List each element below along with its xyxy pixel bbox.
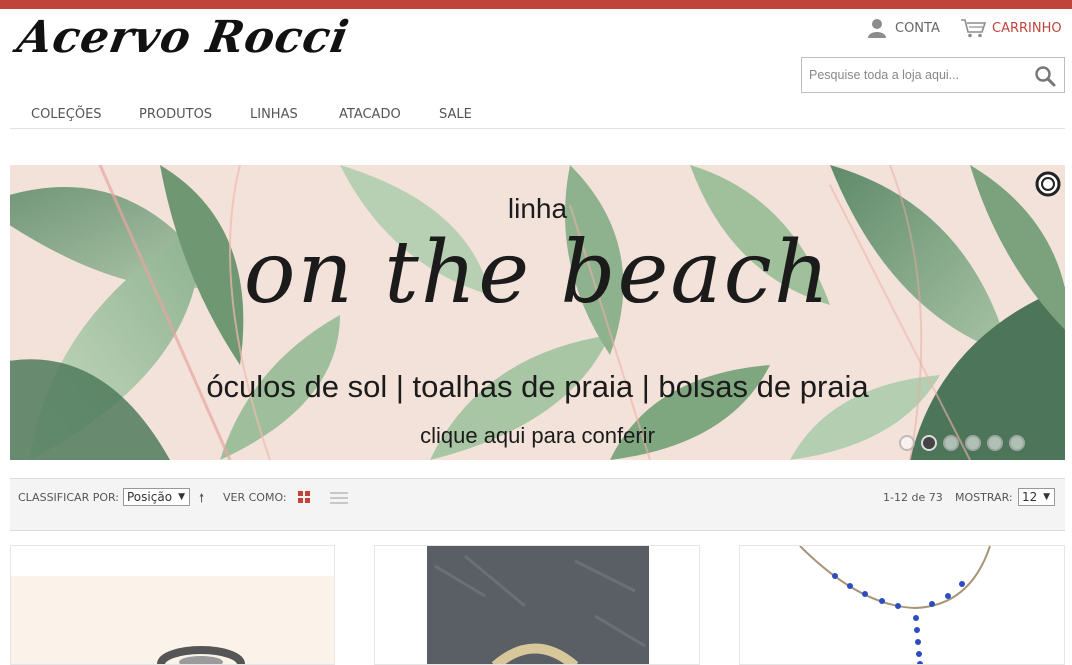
- site-logo[interactable]: Acervo Rocci: [14, 12, 354, 63]
- account-label: CONTA: [895, 20, 940, 36]
- banner-line-linha: linha: [507, 193, 568, 224]
- search-input[interactable]: [802, 58, 1030, 92]
- banner-title: on the beach: [243, 223, 832, 323]
- product-toolbar: CLASSIFICAR POR: Posição ▼ 🠕 VER COMO: 1…: [10, 478, 1065, 531]
- slider-dots: [899, 435, 1025, 451]
- results-range: 1-12 de 73: [883, 491, 943, 504]
- pause-icon[interactable]: [1035, 171, 1061, 197]
- slider-dot-1[interactable]: [899, 435, 915, 451]
- main-navigation: COLEÇÕES PRODUTOS LINHAS ATACADO SALE: [10, 100, 1065, 129]
- slider-dot-5[interactable]: [987, 435, 1003, 451]
- product-image-necklace: [799, 546, 991, 664]
- list-view-icon[interactable]: [330, 491, 348, 505]
- banner-categories: óculos de sol | toalhas de praia | bolsa…: [206, 369, 869, 404]
- user-icon: [868, 19, 886, 38]
- product-image-ring: [11, 576, 334, 664]
- cart-label: CARRINHO: [992, 20, 1062, 36]
- hero-banner[interactable]: linha on the beach óculos de sol | toalh…: [10, 165, 1065, 460]
- limit-select-value: 12: [1022, 490, 1038, 504]
- slider-dot-4[interactable]: [965, 435, 981, 451]
- sort-label: CLASSIFICAR POR:: [18, 491, 120, 504]
- slider-dot-2[interactable]: [921, 435, 937, 451]
- account-link[interactable]: CONTA: [867, 18, 940, 38]
- view-label: VER COMO:: [223, 491, 287, 504]
- sort-select-value: Posição: [127, 490, 173, 504]
- sort-direction-icon[interactable]: 🠕: [199, 489, 204, 510]
- cart-link[interactable]: CARRINHO: [960, 18, 1062, 38]
- show-label: MOSTRAR:: [955, 491, 1013, 504]
- search-box: [801, 57, 1065, 93]
- product-card-3[interactable]: [739, 545, 1065, 665]
- nav-item-linhas[interactable]: LINHAS: [250, 107, 298, 122]
- top-accent-bar: [0, 0, 1072, 9]
- chevron-down-icon: ▼: [178, 492, 185, 502]
- product-image-bag: [427, 546, 649, 664]
- product-grid: [0, 545, 1072, 665]
- limit-select[interactable]: 12 ▼: [1018, 488, 1055, 506]
- nav-item-atacado[interactable]: ATACADO: [339, 107, 401, 122]
- nav-item-sale[interactable]: SALE: [439, 107, 472, 122]
- slider-dot-6[interactable]: [1009, 435, 1025, 451]
- search-icon[interactable]: [1034, 65, 1056, 87]
- sort-select[interactable]: Posição ▼: [123, 488, 190, 506]
- nav-item-colecoes[interactable]: COLEÇÕES: [31, 107, 102, 122]
- nav-item-produtos[interactable]: PRODUTOS: [139, 107, 212, 122]
- product-card-1[interactable]: [10, 545, 335, 665]
- grid-view-icon[interactable]: [298, 491, 310, 503]
- product-card-2[interactable]: [374, 545, 700, 665]
- cart-icon: [961, 19, 986, 38]
- chevron-down-icon: ▼: [1043, 492, 1050, 502]
- slider-dot-3[interactable]: [943, 435, 959, 451]
